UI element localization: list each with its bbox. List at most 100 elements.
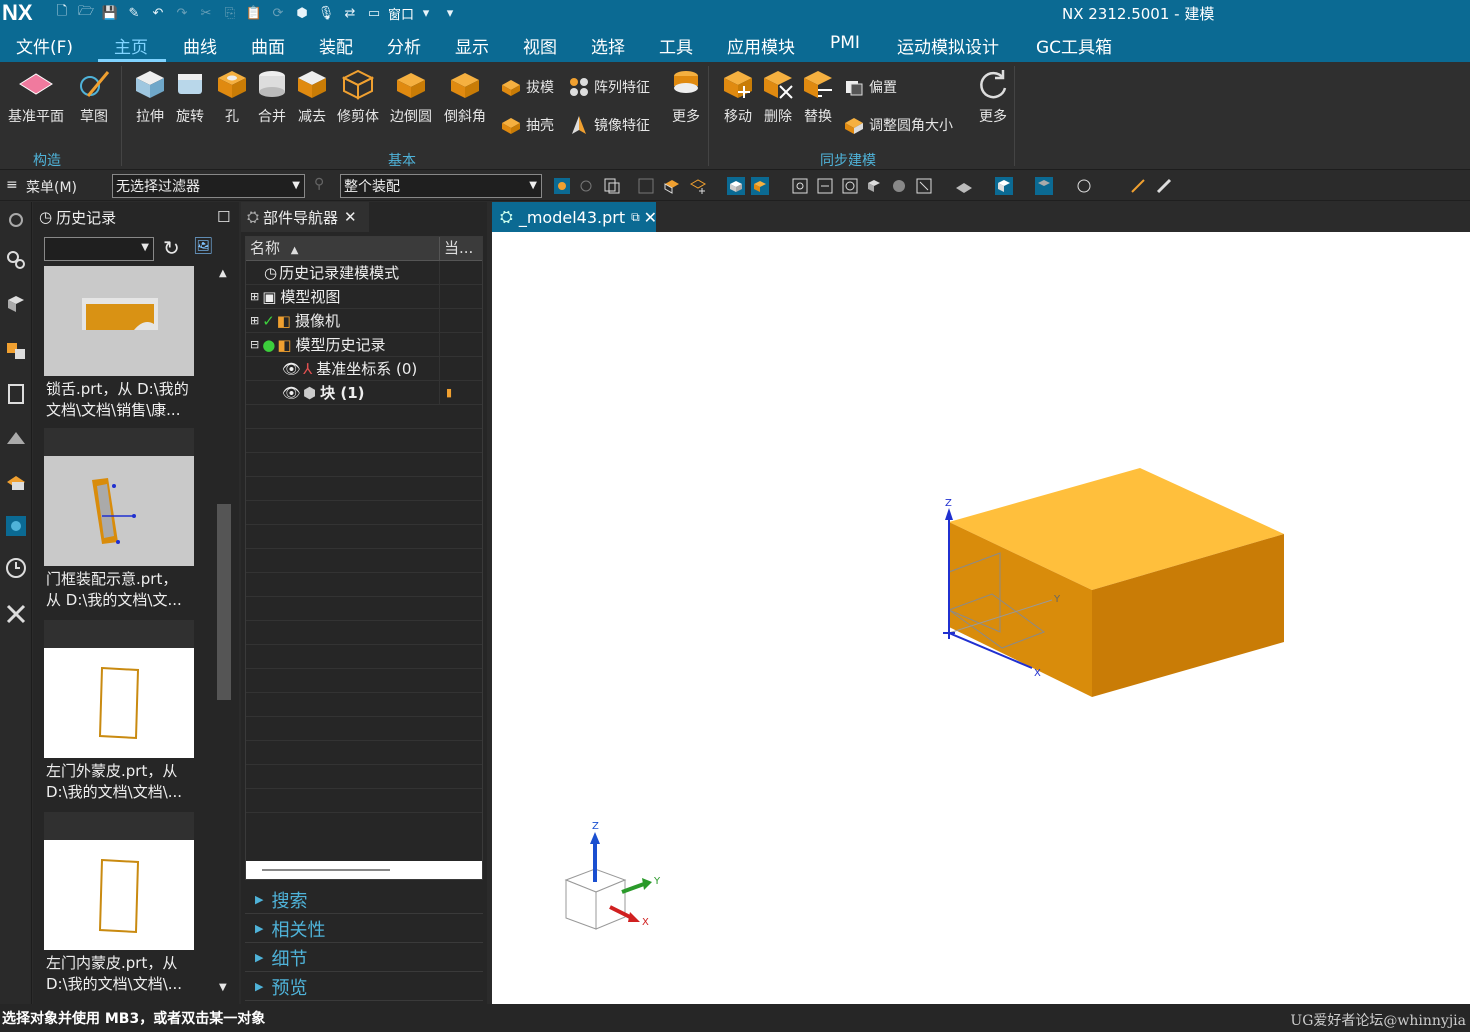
tab-display[interactable]: 显示 xyxy=(455,33,489,58)
render-style-icon[interactable] xyxy=(864,176,884,196)
pattern-feature-button[interactable]: 阵列特征 xyxy=(568,76,650,98)
revolve-button[interactable]: 旋转 xyxy=(172,66,208,126)
select-edge-icon[interactable] xyxy=(688,176,708,196)
orient-view-icon[interactable] xyxy=(914,176,934,196)
repeat-command-icon[interactable]: ⟳ xyxy=(268,3,288,23)
tab-application[interactable]: 应用模块 xyxy=(727,33,795,58)
undo-icon[interactable]: ↶ xyxy=(148,3,168,23)
graphics-window[interactable]: Z Y X Z Y X xyxy=(492,232,1470,1004)
open-file-icon[interactable]: 🗁 xyxy=(76,3,96,23)
settings-gear-icon[interactable] xyxy=(4,208,28,232)
shaded-view-icon[interactable] xyxy=(994,176,1014,196)
voice-icon[interactable]: 🎙 xyxy=(316,3,336,23)
delete-face-button[interactable]: 删除 xyxy=(760,66,796,126)
fit-view-icon[interactable] xyxy=(790,176,810,196)
filter-icon[interactable]: ⚲ xyxy=(314,176,334,196)
draft-button[interactable]: 拔模 xyxy=(500,76,554,98)
history-clock-icon[interactable] xyxy=(4,556,28,580)
tab-gc-toolbox[interactable]: GC工具箱 xyxy=(1036,33,1112,58)
selection-scope-select[interactable]: 整个装配 ▼ xyxy=(340,174,542,198)
redo-icon[interactable]: ↷ xyxy=(172,3,192,23)
tab-pmi[interactable]: PMI xyxy=(830,33,860,53)
window-icon[interactable]: ▭ xyxy=(364,3,384,23)
copy-icon[interactable]: ⎘ xyxy=(220,3,240,23)
tree-row[interactable]: 👁 ⅄ 基准坐标系 (0) xyxy=(246,356,482,381)
chamfer-button[interactable]: 倒斜角 xyxy=(444,66,486,126)
select-component-icon[interactable] xyxy=(602,176,622,196)
select-face-icon[interactable] xyxy=(662,176,682,196)
show-shaded-icon[interactable] xyxy=(726,176,746,196)
extrude-button[interactable]: 拉伸 xyxy=(132,66,168,126)
cut-icon[interactable]: ✂ xyxy=(196,3,216,23)
display-settings-icon[interactable] xyxy=(1074,176,1094,196)
trim-body-button[interactable]: 修剪体 xyxy=(337,66,379,126)
move-face-button[interactable]: 移动 xyxy=(720,66,756,126)
background-icon[interactable] xyxy=(889,176,909,196)
history-item[interactable]: 锁舌.prt，从 D:\我的 文档\文档\销售\康... xyxy=(44,266,194,424)
show-edges-icon[interactable] xyxy=(750,176,770,196)
menu-button[interactable]: 菜单(M) xyxy=(26,177,77,197)
brush-icon[interactable] xyxy=(1128,176,1148,196)
history-scrollbar[interactable]: ▲ ▼ xyxy=(216,268,232,994)
tab-curve[interactable]: 曲线 xyxy=(183,33,217,58)
web-browser-icon[interactable] xyxy=(4,470,28,494)
tab-motion[interactable]: 运动模拟设计 xyxy=(897,33,999,58)
tab-analysis[interactable]: 分析 xyxy=(387,33,421,58)
new-file-icon[interactable]: 🗋 xyxy=(52,3,72,23)
scrollbar-thumb[interactable] xyxy=(262,869,390,871)
switch-window-icon[interactable]: ⇄ xyxy=(340,3,360,23)
history-item[interactable]: 左门内蒙皮.prt，从 D:\我的文档\文档\... xyxy=(44,840,194,998)
rotate-icon[interactable] xyxy=(840,176,860,196)
palette-icon[interactable] xyxy=(4,514,28,538)
tree-row[interactable]: ⊞ ▣ 模型视图 xyxy=(246,284,482,309)
save-icon[interactable]: 💾 xyxy=(100,3,120,23)
edge-blend-button[interactable]: 边倒圆 xyxy=(390,66,432,126)
save-as-icon[interactable]: ✎ xyxy=(124,3,144,23)
tab-home[interactable]: 主页 xyxy=(114,33,148,58)
history-item[interactable]: 门框装配示意.prt，从 D:\我的文档\文... xyxy=(44,456,194,614)
maximize-icon[interactable]: ☐ xyxy=(217,208,230,226)
section-details[interactable]: ▶ 细节 xyxy=(245,944,483,972)
replace-face-button[interactable]: 替换 xyxy=(800,66,836,126)
resize-blend-button[interactable]: 调整圆角大小 xyxy=(843,114,953,136)
tree-row[interactable]: 👁 ⬢ 块 (1) ▮ xyxy=(246,380,482,405)
hd3d-icon[interactable] xyxy=(4,426,28,450)
history-item[interactable]: 左门外蒙皮.prt，从 D:\我的文档\文档\... xyxy=(44,648,194,806)
mirror-feature-button[interactable]: 镜像特征 xyxy=(568,114,650,136)
customize-quick-access-icon[interactable]: ▾ xyxy=(440,3,460,23)
expand-icon[interactable]: ⊞ xyxy=(250,290,259,303)
tab-file[interactable]: 文件(F) xyxy=(16,33,73,58)
zoom-icon[interactable] xyxy=(815,176,835,196)
history-filter-select[interactable]: ▼ xyxy=(44,237,154,261)
select-feature-icon[interactable] xyxy=(576,176,596,196)
assembly-navigator-icon[interactable] xyxy=(4,248,28,272)
column-name[interactable]: 名称 ▲ xyxy=(246,237,440,260)
scroll-down-icon[interactable]: ▼ xyxy=(219,982,227,993)
section-preview[interactable]: ▶ 预览 xyxy=(245,973,483,1001)
expand-icon[interactable]: ⊞ xyxy=(250,314,259,327)
tools-icon[interactable] xyxy=(4,602,28,626)
column-current[interactable]: 当... xyxy=(440,237,473,260)
hole-button[interactable]: 孔 xyxy=(214,66,250,126)
scrollbar-thumb[interactable] xyxy=(217,504,231,700)
tab-surface[interactable]: 曲面 xyxy=(251,33,285,58)
tab-select[interactable]: 选择 xyxy=(591,33,625,58)
part-navigator-icon[interactable] xyxy=(4,338,28,362)
snap-point-icon[interactable] xyxy=(552,176,572,196)
visibility-eye-icon[interactable]: 👁 xyxy=(282,384,301,402)
thumbnail-view-icon[interactable]: 🖼 xyxy=(193,236,213,255)
part-navigator-tab[interactable]: ⛭ 部件导航器 ✕ xyxy=(241,202,369,232)
shell-button[interactable]: 抽壳 xyxy=(500,114,554,136)
datum-plane-button[interactable]: 基准平面 xyxy=(8,66,64,126)
select-body-icon[interactable] xyxy=(636,176,656,196)
visibility-eye-icon[interactable]: 👁 xyxy=(282,360,301,378)
unite-button[interactable]: 合并 xyxy=(254,66,290,126)
scroll-up-icon[interactable]: ▲ xyxy=(219,268,227,279)
section-dependencies[interactable]: ▶ 相关性 xyxy=(245,915,483,943)
sync-more-button[interactable]: 更多 xyxy=(975,66,1011,126)
offset-face-button[interactable]: 偏置 xyxy=(843,76,897,98)
constraint-navigator-icon[interactable] xyxy=(4,292,28,316)
subtract-button[interactable]: 减去 xyxy=(294,66,330,126)
measure-icon[interactable] xyxy=(1154,176,1174,196)
tree-row[interactable]: ⊞ ✓ ◧ 摄像机 xyxy=(246,308,482,333)
